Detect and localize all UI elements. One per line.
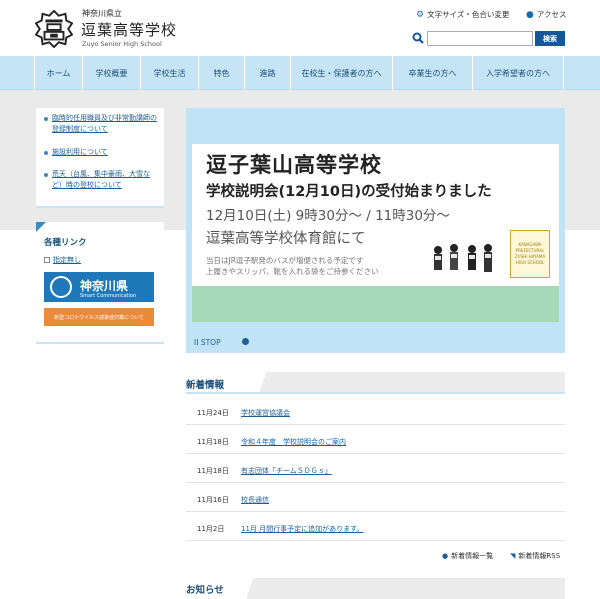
- nav-item-school-overview[interactable]: 学校概要: [82, 56, 140, 90]
- covid-banner-text: 新型コロナウイルス感染症対策について: [54, 314, 144, 321]
- nav-item-home[interactable]: ホーム: [34, 56, 82, 90]
- main-slider: 逗子葉山高等学校 学校説明会(12月10日)の受付始まりました 12月10日(土…: [186, 108, 565, 353]
- rss-icon: ◥: [510, 552, 516, 560]
- nav-item-applicants[interactable]: 入学希望者の方へ: [472, 56, 564, 90]
- slide-note: 当日はJR逗子駅発のバスが増便される予定です 上履きやスリッパ、靴を入れる袋をご…: [206, 255, 416, 277]
- news-link[interactable]: 11月 月間行事予定に追加があります。: [241, 524, 363, 534]
- news-link[interactable]: 令和４年度 学校説明会のご案内: [241, 437, 346, 447]
- school-emblem-logo[interactable]: [35, 10, 73, 48]
- checkbox-icon: [44, 257, 50, 263]
- nav-item-graduates[interactable]: 卒業生の方へ: [392, 56, 472, 90]
- pause-icon: II: [194, 338, 199, 347]
- text-size-color-link[interactable]: ⚙ 文字サイズ・色合い変更: [416, 9, 509, 20]
- news-list-link[interactable]: ● 新着情報一覧: [442, 551, 493, 561]
- notice-link-facility[interactable]: 施設利用について: [52, 147, 160, 158]
- sidebar-links: 各種リンク 指定無し 神奈川県 Smart Communication 新型コロ…: [36, 222, 164, 344]
- notice-link-weather[interactable]: 荒天（台風、集中豪雨、大雪など）時の登校について: [52, 169, 160, 191]
- news-rss-link[interactable]: ◥ 新着情報RSS: [510, 551, 560, 561]
- sliders-icon: ⚙: [416, 9, 425, 20]
- text-size-color-label: 文字サイズ・色合い変更: [427, 10, 510, 19]
- bullet-icon: [44, 117, 48, 121]
- bullet-icon: [44, 151, 48, 155]
- nav-item-students-parents[interactable]: 在校生・保護者の方へ: [290, 56, 392, 90]
- site-header: 神奈川県立 逗葉高等学校 Zuyo Senior High School ⚙ 文…: [0, 0, 600, 56]
- students-illustration: [434, 244, 492, 272]
- school-name[interactable]: 逗葉高等学校: [81, 19, 177, 40]
- nav-item-features[interactable]: 特色: [198, 56, 244, 90]
- slider-pager-dot[interactable]: [242, 338, 249, 345]
- kanagawa-banner-sub: Smart Communication: [80, 293, 137, 299]
- link-unspecified[interactable]: 指定無し: [44, 255, 81, 265]
- slide-note-line2: 上履きやスリッパ、靴を入れる袋をご持参ください: [206, 267, 379, 276]
- search-input[interactable]: [427, 31, 533, 46]
- global-nav: ホーム 学校概要 学校生活 特色 進路 在校生・保護者の方へ 卒業生の方へ 入学…: [0, 56, 600, 90]
- notice-link-registration[interactable]: 臨時的任用職員及び非常勤講師の登録制度について: [52, 113, 160, 135]
- news-date: 11月18日: [197, 467, 229, 475]
- slide-green-band: [192, 286, 559, 322]
- news-row: 11月16日 校長通信: [186, 483, 565, 512]
- access-link[interactable]: ● アクセス: [526, 9, 566, 20]
- school-badge-text: KANAGAWA PREFECTURAL ZUSHI HAYAMA HIGH S…: [514, 242, 546, 265]
- news-title: 新着情報: [186, 380, 225, 391]
- news-underline: [186, 392, 565, 394]
- news-date: 11月24日: [197, 409, 229, 417]
- news-link[interactable]: 有志団体「チームＳＤＧｓ」: [241, 466, 332, 476]
- kanagawa-logo-icon: [50, 276, 72, 298]
- slide-heading: 逗子葉山高等学校: [206, 153, 382, 177]
- news-date: 11月2日: [197, 525, 225, 533]
- kanagawa-banner-text: 神奈川県: [80, 279, 129, 293]
- news-date: 11月18日: [197, 438, 229, 446]
- school-name-en: Zuyo Senior High School: [82, 40, 162, 48]
- kanagawa-banner[interactable]: 神奈川県 Smart Communication: [44, 272, 154, 302]
- sidebar-notices: 臨時的任用職員及び非常勤講師の登録制度について 施設利用について 荒天（台風、集…: [36, 108, 164, 208]
- slide-note-line1: 当日はJR逗子駅発のバスが増便される予定です: [206, 256, 364, 265]
- corner-accent: [36, 222, 46, 232]
- news-row: 11月18日 令和４年度 学校説明会のご案内: [186, 425, 565, 454]
- links-title: 各種リンク: [44, 238, 87, 248]
- search-icon: [412, 32, 424, 44]
- slider-stop-label: STOP: [200, 338, 221, 347]
- slider-stop-button[interactable]: II STOP: [194, 338, 221, 347]
- news-list-label: 新着情報一覧: [451, 552, 494, 560]
- notice-title: お知らせ: [186, 585, 224, 596]
- slide-venue: 逗葉高等学校体育館にて: [206, 231, 366, 247]
- news-row: 11月18日 有志団体「チームＳＤＧｓ」: [186, 454, 565, 483]
- school-badge: KANAGAWA PREFECTURAL ZUSHI HAYAMA HIGH S…: [510, 230, 550, 278]
- slide-briefing[interactable]: 逗子葉山高等学校 学校説明会(12月10日)の受付始まりました 12月10日(土…: [192, 144, 559, 322]
- slide-subheading: 学校説明会(12月10日)の受付始まりました: [206, 184, 492, 200]
- arrow-circle-icon: ●: [442, 552, 449, 560]
- news-row: 11月24日 学校運営協議会: [186, 396, 565, 425]
- news-link[interactable]: 校長通信: [241, 495, 269, 505]
- nav-item-career[interactable]: 進路: [244, 56, 290, 90]
- access-label: アクセス: [536, 10, 567, 19]
- nav-item-school-life[interactable]: 学校生活: [140, 56, 198, 90]
- notice-title-bar: [247, 578, 565, 599]
- news-rss-label: 新着情報RSS: [518, 552, 561, 560]
- news-row: 11月2日 11月 月間行事予定に追加があります。: [186, 512, 565, 541]
- covid-banner[interactable]: 新型コロナウイルス感染症対策について: [44, 308, 154, 326]
- map-pin-icon: ●: [526, 9, 534, 20]
- slide-date-time: 12月10日(土) 9時30分～ / 11時30分～: [206, 208, 450, 224]
- news-date: 11月16日: [197, 496, 229, 504]
- prefecture-label: 神奈川県立: [82, 9, 122, 18]
- news-title-bar: [260, 372, 565, 392]
- search-button[interactable]: 検索: [535, 31, 565, 46]
- bullet-icon: [44, 173, 48, 177]
- link-unspecified-label: 指定無し: [53, 256, 81, 264]
- news-link[interactable]: 学校運営協議会: [241, 408, 290, 418]
